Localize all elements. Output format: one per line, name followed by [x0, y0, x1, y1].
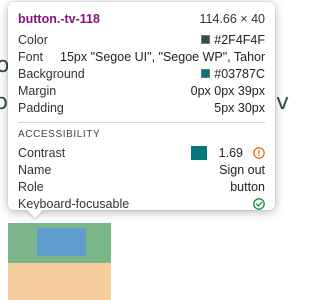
role-value: button: [230, 179, 265, 194]
font-row: Font 15px "Segoe UI", "Segoe WP", Tahoma…: [18, 48, 265, 65]
background-value-group: #03787C: [201, 67, 265, 81]
contrast-value: 1.69: [218, 145, 243, 160]
background-label: Background: [18, 66, 85, 81]
name-row: Name Sign out: [18, 161, 265, 178]
element-selector: button.-tv-118: [18, 12, 100, 26]
section-divider: [18, 122, 265, 123]
color-row: Color #2F4F4F: [18, 31, 265, 48]
tooltip-arrow: [26, 209, 44, 218]
margin-value: 0px 0px 39px: [190, 83, 265, 98]
color-swatch: [201, 35, 211, 44]
role-row: Role button: [18, 178, 265, 195]
font-value: 15px "Segoe UI", "Segoe WP", Tahoma...: [60, 49, 265, 64]
name-label: Name: [18, 162, 52, 177]
page-text-fragment: v: [275, 90, 289, 115]
margin-label: Margin: [18, 83, 57, 98]
accessibility-section-title: ACCESSIBILITY: [18, 129, 101, 140]
tooltip-header: button.-tv-118 114.66 × 40: [18, 10, 265, 28]
inspect-tooltip: button.-tv-118 114.66 × 40 Color #2F4F4F…: [8, 2, 275, 218]
padding-value: 5px 30px: [214, 100, 265, 115]
font-label: Font: [18, 49, 44, 64]
role-label: Role: [18, 179, 44, 194]
margin-row: Margin 0px 0px 39px: [18, 82, 265, 99]
contrast-sample-swatch: [190, 145, 207, 160]
check-circle-icon: [253, 197, 265, 210]
padding-row: Padding 5px 30px: [18, 99, 265, 116]
contrast-row: Contrast 1.69: [18, 144, 265, 161]
element-dimensions: 114.66 × 40: [199, 12, 265, 26]
color-value-group: #2F4F4F: [201, 33, 265, 47]
name-value: Sign out: [219, 162, 265, 177]
contrast-value-group: 1.69: [190, 145, 265, 160]
color-value: #2F4F4F: [214, 32, 265, 47]
background-swatch: [201, 69, 211, 78]
element-content-highlight: [37, 228, 86, 256]
color-label: Color: [18, 32, 48, 47]
background-row: Background #03787C: [18, 65, 265, 82]
warning-circle-icon: [253, 146, 265, 159]
padding-label: Padding: [18, 100, 64, 115]
background-value: #03787C: [214, 66, 265, 81]
keyboard-focusable-row: Keyboard-focusable: [18, 195, 265, 212]
page-text-fragment: p: [0, 90, 8, 115]
contrast-label: Contrast: [18, 145, 66, 160]
